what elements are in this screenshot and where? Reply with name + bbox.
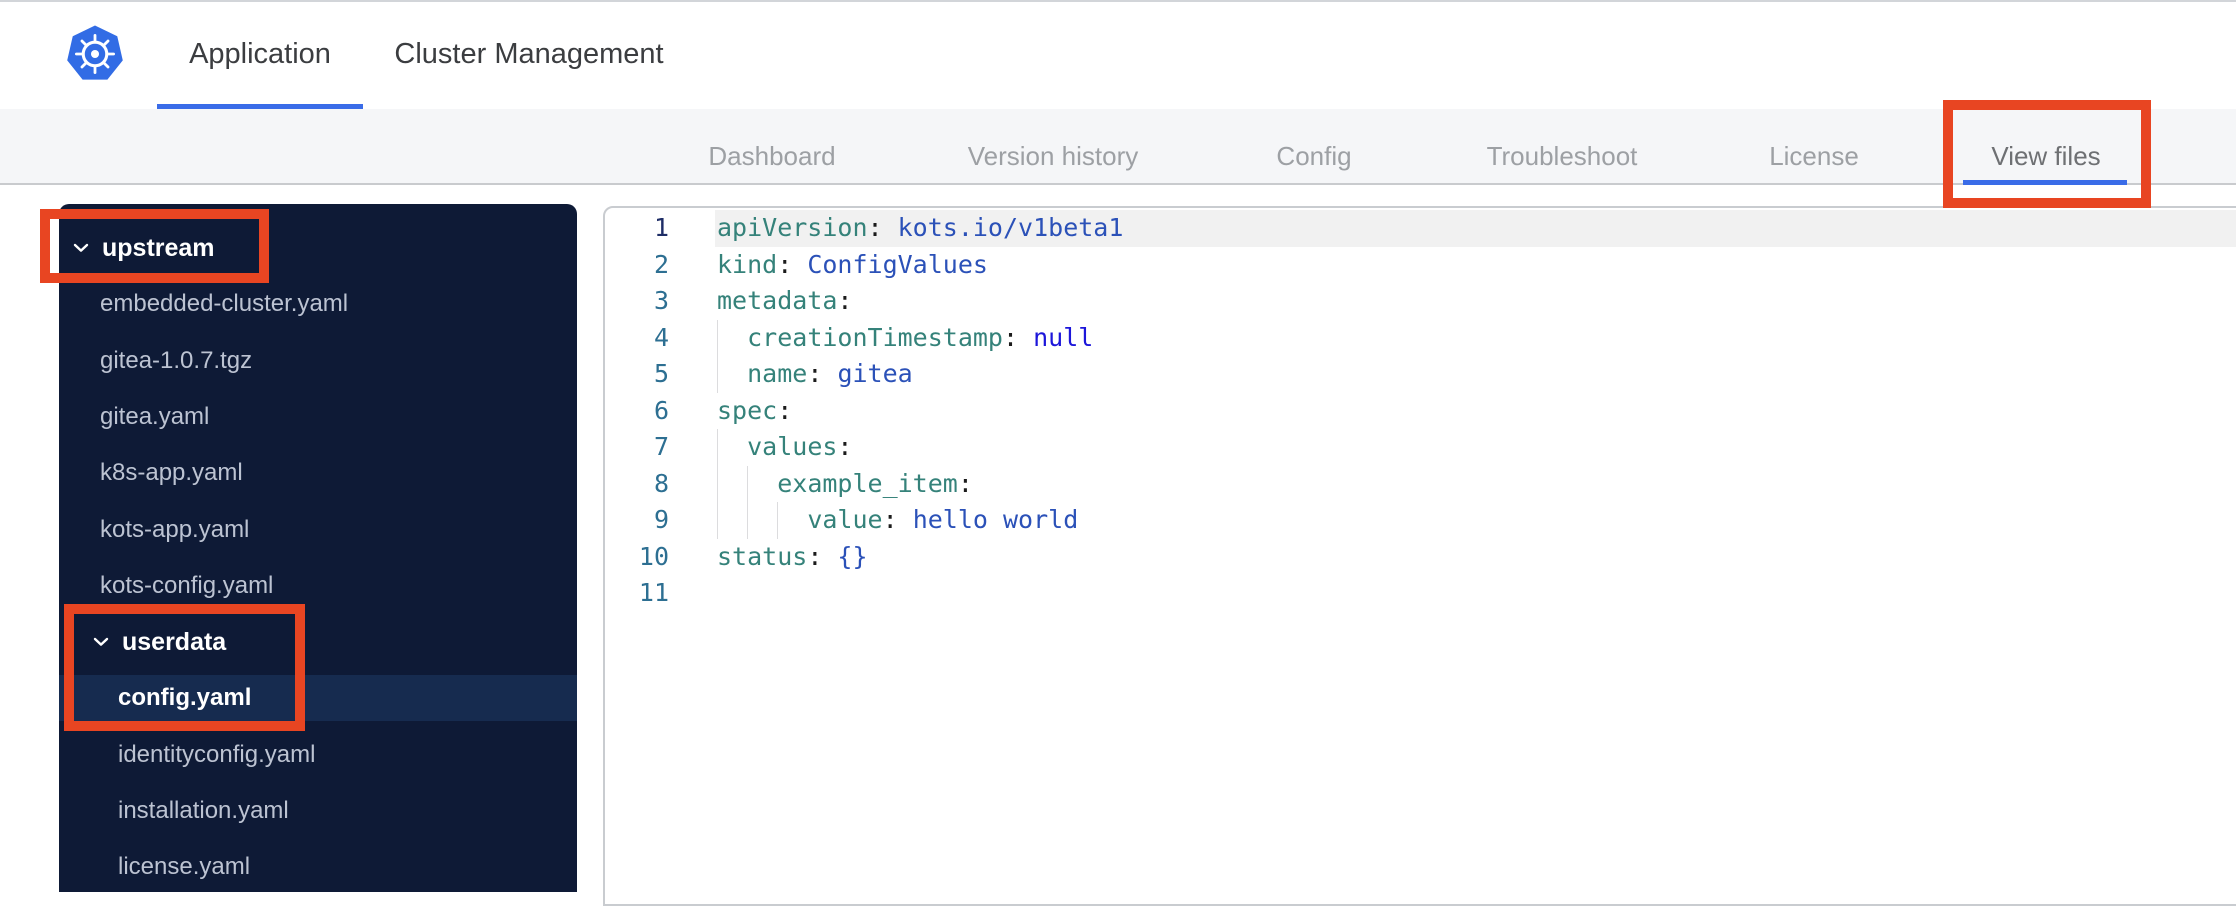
tree-file-config-yaml[interactable]: config.yaml: [59, 675, 577, 722]
line-number: 6: [653, 395, 669, 425]
line-number: 7: [653, 432, 669, 461]
line-number: 8: [653, 468, 669, 498]
line-number: 5: [653, 359, 669, 388]
header-tab-cluster-management[interactable]: Cluster Management: [394, 38, 663, 71]
tab-dashboard[interactable]: Dashboard: [708, 141, 835, 172]
code-line-1: 1 apiVersion: kots.io/v1beta1: [605, 210, 2236, 247]
code-line-7: 7 values:: [605, 429, 2236, 466]
code-line-3: 3 metadata:: [605, 283, 2236, 320]
line-number: 11: [638, 578, 669, 607]
file-content-viewer[interactable]: 1 apiVersion: kots.io/v1beta1 2 kind: Confi…: [603, 206, 2236, 906]
code-text: name: gitea: [747, 359, 913, 388]
tree-file-gitea-yaml[interactable]: gitea.yaml: [59, 394, 577, 440]
tree-item-label: gitea.yaml: [100, 402, 210, 430]
line-number: 1: [653, 213, 669, 242]
tree-file-k8s-app-yaml[interactable]: k8s-app.yaml: [59, 450, 577, 496]
tree-item-label: license.yaml: [118, 853, 251, 881]
code-line-2: 2 kind: ConfigValues: [605, 247, 2236, 284]
header-tab-application[interactable]: Application: [189, 38, 331, 71]
tab-config[interactable]: Config: [1276, 141, 1351, 172]
tree-item-label: gitea-1.0.7.tgz: [100, 346, 253, 374]
code-line-9: 9 value: hello world: [605, 502, 2236, 539]
code-text: spec:: [717, 395, 793, 425]
code-text: creationTimestamp: null: [747, 322, 1094, 352]
code-text: status: {}: [717, 541, 868, 571]
code-text: values:: [747, 432, 853, 461]
tree-item-label: upstream: [102, 233, 215, 262]
tab-view-files[interactable]: View files: [1991, 141, 2100, 172]
tree-file-kots-config-yaml[interactable]: kots-config.yaml: [59, 563, 577, 609]
tab-license[interactable]: License: [1769, 141, 1859, 172]
code-line-4: 4 creationTimestamp: null: [605, 319, 2236, 356]
app-subnav: Dashboard Version history Config Trouble…: [0, 109, 2236, 185]
tree-file-kots-app-yaml[interactable]: kots-app.yaml: [59, 507, 577, 553]
tree-file-installation-yaml[interactable]: installation.yaml: [59, 788, 577, 834]
tree-folder-userdata[interactable]: userdata: [59, 619, 577, 665]
tree-file-license-yaml[interactable]: license.yaml: [59, 844, 577, 890]
code-text: example_item:: [777, 468, 973, 498]
tab-troubleshoot[interactable]: Troubleshoot: [1487, 141, 1638, 172]
code-text: apiVersion: kots.io/v1beta1: [717, 213, 1124, 242]
line-number: 2: [653, 249, 669, 279]
tree-item-label: identityconfig.yaml: [118, 740, 316, 768]
code-line-6: 6 spec:: [605, 393, 2236, 430]
tree-item-label: kots-app.yaml: [100, 515, 250, 543]
chevron-down-icon: [73, 243, 89, 252]
line-number: 3: [653, 286, 669, 315]
line-number: 9: [653, 505, 669, 534]
code-line-5: 5 name: gitea: [605, 356, 2236, 393]
code-line-10: 10 status: {}: [605, 539, 2236, 576]
tree-item-label: embedded-cluster.yaml: [100, 290, 349, 318]
tree-folder-upstream[interactable]: upstream: [59, 225, 577, 271]
line-number: 10: [638, 541, 669, 571]
tree-item-label: kots-config.yaml: [100, 571, 274, 599]
chevron-down-icon: [93, 637, 109, 646]
file-tree-sidebar: upstream embedded-cluster.yaml gitea-1.0.7…: [59, 204, 577, 892]
tree-item-label: config.yaml: [118, 684, 252, 712]
view-files-active-underline: [1963, 180, 2127, 185]
tree-file-embedded-cluster-yaml[interactable]: embedded-cluster.yaml: [59, 281, 577, 327]
tree-file-gitea-1-0-7-tgz[interactable]: gitea-1.0.7.tgz: [59, 338, 577, 384]
code-line-8: 8 example_item:: [605, 465, 2236, 502]
kubernetes-logo-icon: [67, 25, 123, 80]
tab-version-history[interactable]: Version history: [968, 141, 1139, 172]
line-number: 4: [653, 322, 669, 352]
code-line-11: 11: [605, 575, 2236, 612]
code-text: value: hello world: [807, 505, 1079, 534]
code-text: metadata:: [717, 286, 853, 315]
tree-item-label: installation.yaml: [118, 797, 289, 824]
app-header: Application Cluster Management: [0, 2, 2236, 109]
tree-file-identityconfig-yaml[interactable]: identityconfig.yaml: [59, 732, 577, 778]
code-lines: 1 apiVersion: kots.io/v1beta1 2 kind: Confi…: [605, 210, 2236, 612]
tree-item-label: userdata: [122, 627, 227, 656]
code-text: kind: ConfigValues: [717, 249, 988, 279]
tree-item-label: k8s-app.yaml: [100, 459, 243, 487]
